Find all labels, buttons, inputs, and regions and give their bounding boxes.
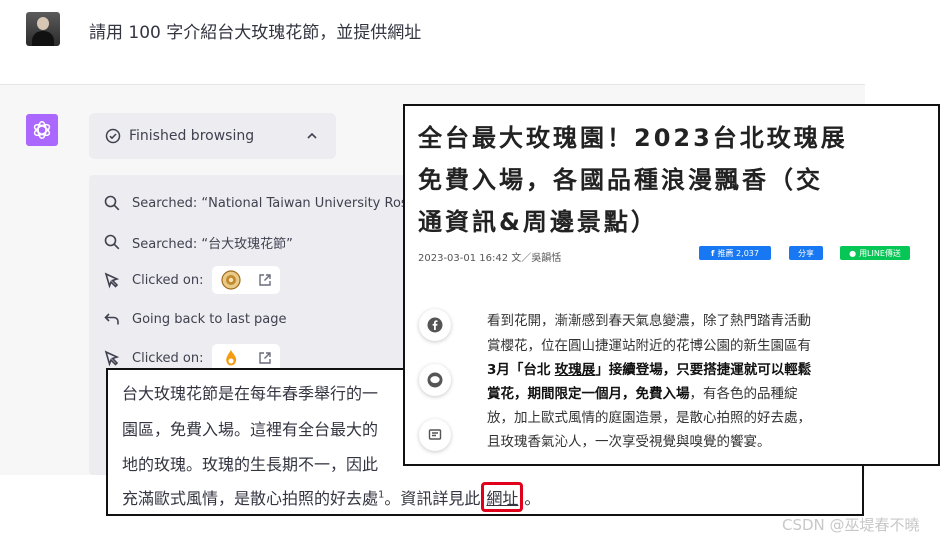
article-paragraph-line: 看到花開，漸漸感到春天氣息變濃，除了熱門踏青活動 bbox=[487, 313, 811, 329]
check-circle-icon bbox=[105, 128, 121, 144]
browsing-step: Clicked on: bbox=[103, 266, 281, 294]
article-paragraph-line: 賞櫻花，位在圓山捷運站附近的花博公園的新生園區有 bbox=[487, 338, 811, 354]
answer-line: 台大玫瑰花節是在每年春季舉行的一 bbox=[122, 384, 379, 403]
answer-line: 充滿歐式風情，是散心拍照的好去處1。資訊詳見此 網址。 bbox=[122, 482, 540, 512]
watermark: CSDN @巫堤春不曉 bbox=[782, 516, 920, 534]
chatgpt-logo-icon bbox=[26, 114, 58, 146]
article-paragraph-line: 3月「台北 玫瑰展」接續登場，只要搭捷運就可以輕鬆 bbox=[487, 362, 812, 378]
external-link-icon bbox=[259, 274, 271, 286]
external-link-icon bbox=[259, 352, 271, 364]
search-icon bbox=[104, 195, 120, 211]
chevron-up-icon bbox=[307, 132, 317, 139]
answer-line: 地的玫瑰。玫瑰的生長期不一，因此 bbox=[122, 455, 379, 474]
facebook-like-button[interactable]: f 推薦 2,037 bbox=[699, 246, 771, 260]
facebook-icon bbox=[427, 317, 443, 333]
article-paragraph-line: 且玫瑰香氣沁人，一次享受視覺與嗅覺的饗宴。 bbox=[487, 434, 771, 450]
browsing-status-label: Finished browsing bbox=[129, 128, 255, 144]
article-title: 免費入場，各國品種浪漫飄香（交 bbox=[418, 166, 823, 194]
article-title: 通資訊&周邊景點） bbox=[418, 208, 658, 236]
browsing-step: Going back to last page bbox=[103, 307, 287, 331]
cursor-icon bbox=[104, 350, 120, 367]
back-arrow-icon bbox=[104, 313, 119, 325]
share-button[interactable]: 分享 bbox=[789, 246, 823, 260]
website-link[interactable]: 網址 bbox=[481, 482, 524, 512]
facebook-share-circle[interactable] bbox=[419, 309, 451, 341]
ntu-seal-icon bbox=[221, 270, 241, 290]
answer-line: 園區，免費入場。這裡有全台最大的 bbox=[122, 420, 379, 439]
article-tag-link[interactable]: 玫瑰展 bbox=[555, 362, 596, 378]
comment-circle[interactable] bbox=[419, 419, 451, 451]
line-icon: ● bbox=[849, 248, 857, 258]
cursor-icon bbox=[104, 272, 120, 289]
article-paragraph-line: 放，加上歐式風情的庭園造景，是散心拍照的好去處， bbox=[487, 410, 811, 426]
site-logo-icon bbox=[226, 350, 237, 366]
line-icon bbox=[427, 372, 443, 388]
user-message: 請用 100 字介紹台大玫瑰花節，並提供網址 bbox=[89, 23, 422, 43]
search-icon bbox=[104, 234, 120, 250]
line-share-circle[interactable] bbox=[419, 364, 451, 396]
clicked-source-chip[interactable] bbox=[212, 266, 281, 294]
line-share-button[interactable]: ● 用LINE傳送 bbox=[840, 246, 910, 260]
comment-icon bbox=[428, 429, 442, 440]
browsing-toggle-button[interactable]: Finished browsing bbox=[89, 113, 336, 159]
facebook-icon: f bbox=[711, 248, 715, 258]
user-avatar bbox=[26, 12, 60, 46]
browsing-step: Searched: “台大玫瑰花節” bbox=[103, 230, 293, 254]
article-meta: 2023-03-01 16:42 文／吳韻恬 bbox=[418, 253, 562, 264]
article-paragraph-line: 賞花，期間限定一個月，免費入場，有各色的品種綻 bbox=[487, 386, 798, 402]
browsing-step: Clicked on: bbox=[103, 344, 281, 372]
article-title: 全台最大玫瑰園！2023台北玫瑰展 bbox=[418, 124, 848, 152]
